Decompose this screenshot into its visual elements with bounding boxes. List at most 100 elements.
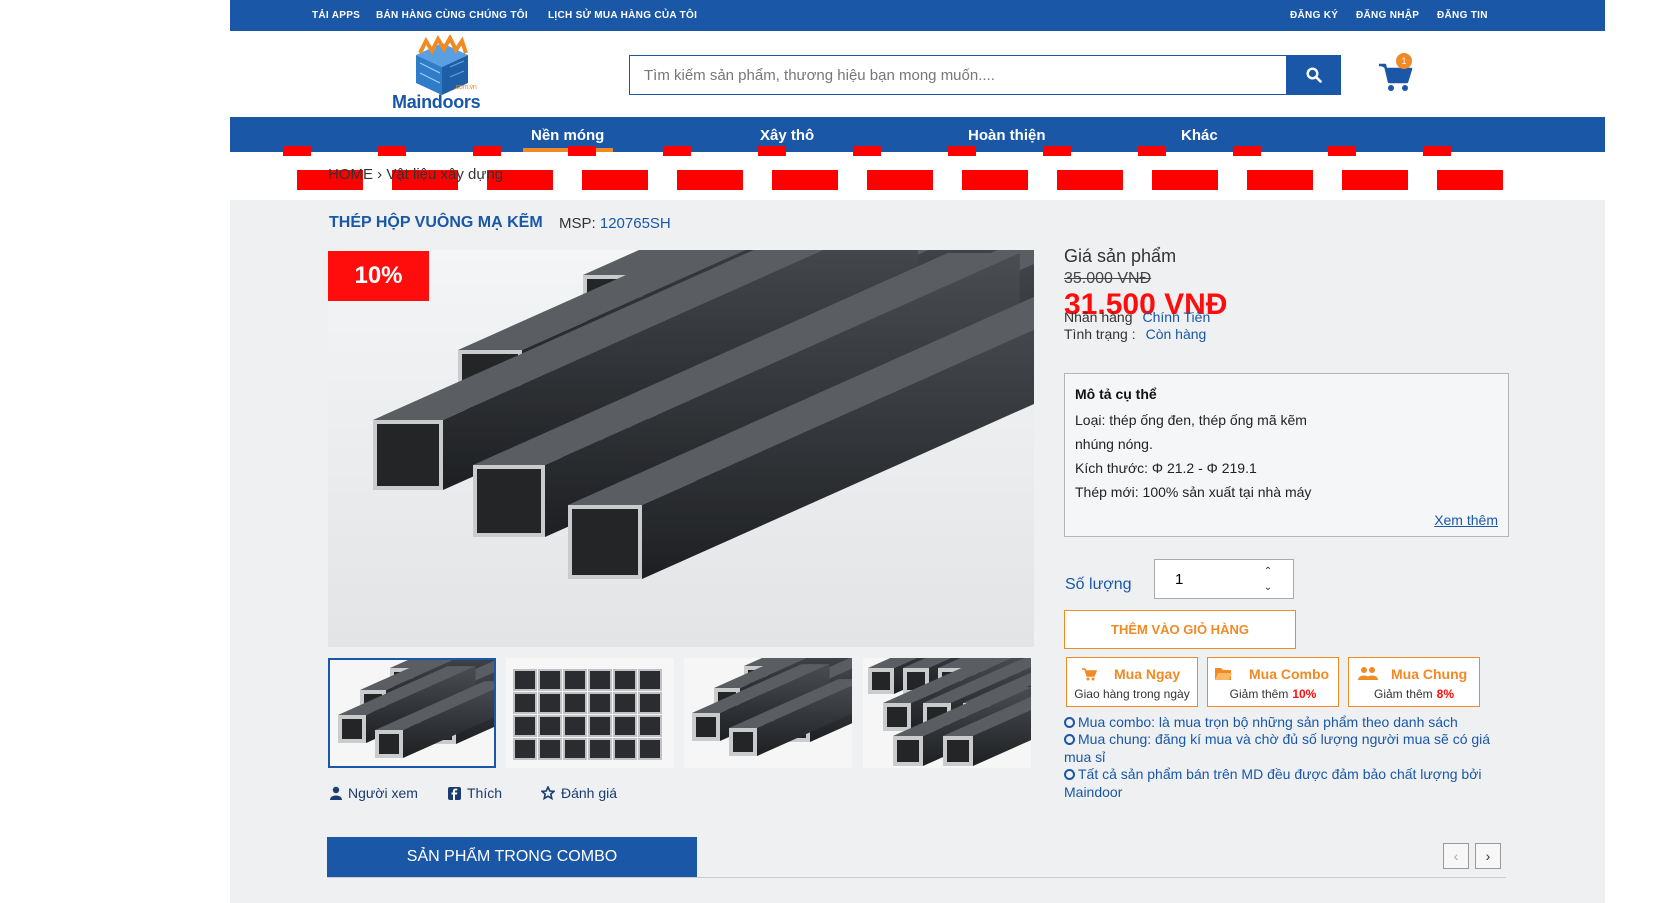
steel-tubes-image: [373, 250, 1034, 579]
note-group-buy: Mua chung: đăng kí mua và chờ đủ số lượn…: [1064, 731, 1491, 765]
red-dash: [853, 146, 881, 156]
viewers-action[interactable]: Người xem: [330, 785, 418, 801]
page-frame: TẢI APPS BÁN HÀNG CÙNG CHÚNG TÔI LỊCH SỬ…: [230, 0, 1605, 903]
cart-icon: [1082, 668, 1097, 681]
description-line: Thép mới: 100% sản xuất tại nhà máy: [1075, 484, 1312, 500]
search-box: [629, 55, 1287, 95]
red-dash: [948, 146, 976, 156]
red-dash: [283, 146, 311, 156]
combo-section-tab[interactable]: SẢN PHẨM TRONG COMBO: [327, 837, 697, 877]
thumbnail-image: [513, 669, 662, 760]
red-dash: [1247, 170, 1313, 190]
red-dash: [568, 146, 596, 156]
description-heading: Mô tả cụ thể: [1075, 386, 1157, 402]
sell-with-us-link[interactable]: BÁN HÀNG CÙNG CHÚNG TÔI: [376, 10, 528, 21]
buy-now-subtitle: Giao hàng trong ngày: [1074, 687, 1190, 701]
facebook-icon: [448, 786, 461, 800]
add-to-cart-button[interactable]: THÊM VÀO GIỎ HÀNG: [1064, 610, 1296, 649]
red-dash: [1342, 170, 1408, 190]
nav-item-foundation[interactable]: Nền móng: [531, 127, 604, 144]
thumbnail-4[interactable]: [863, 658, 1031, 768]
breadcrumb[interactable]: HOME › Vật liệu xây dựng: [328, 166, 503, 183]
cart-count-badge: 1: [1396, 53, 1412, 69]
thumbnail-1[interactable]: [328, 658, 496, 768]
chevron-down-icon[interactable]: ⌄: [1261, 580, 1275, 594]
description-line: nhúng nóng.: [1075, 436, 1153, 452]
login-link[interactable]: ĐĂNG NHẬP: [1356, 10, 1419, 21]
brand-link[interactable]: Chính Tiến: [1143, 309, 1211, 325]
post-listing-link[interactable]: ĐĂNG TIN: [1437, 10, 1488, 21]
register-link[interactable]: ĐĂNG KÝ: [1290, 10, 1338, 21]
group-buy-button[interactable]: Mua Chung Giảm thêm 8%: [1348, 657, 1480, 707]
search-button[interactable]: [1286, 55, 1341, 95]
description-line: Kích thước: Φ 21.2 - Φ 219.1: [1075, 460, 1257, 476]
red-dash: [1328, 146, 1356, 156]
product-main-image[interactable]: [328, 250, 1034, 647]
users-icon: [1358, 667, 1378, 680]
red-dash: [867, 170, 933, 190]
red-dash: [378, 146, 406, 156]
like-action[interactable]: Thích: [448, 785, 502, 801]
combo-prev-button[interactable]: ‹: [1443, 843, 1469, 869]
red-dash: [1437, 170, 1503, 190]
search-input[interactable]: [630, 56, 1286, 94]
like-label: Thích: [467, 785, 503, 801]
red-dash: [1138, 146, 1166, 156]
red-dash: [1233, 146, 1261, 156]
circle-bullet-icon: [1064, 717, 1075, 728]
top-bar: TẢI APPS BÁN HÀNG CÙNG CHÚNG TÔI LỊCH SỬ…: [230, 0, 1605, 31]
thumbnail-image: [692, 658, 852, 756]
combo-next-button[interactable]: ›: [1475, 843, 1501, 869]
user-icon: [330, 786, 342, 800]
viewers-label: Người xem: [348, 785, 418, 801]
order-history-link[interactable]: LỊCH SỬ MUA HÀNG CỦA TÔI: [548, 10, 697, 21]
chevron-up-icon[interactable]: ⌃: [1261, 564, 1275, 578]
red-dash: [1057, 170, 1123, 190]
download-apps-link[interactable]: TẢI APPS: [312, 10, 360, 21]
description-line: Loại: thép ống đen, thép ống mã kẽm: [1075, 412, 1307, 428]
quantity-input[interactable]: [1155, 560, 1255, 598]
red-dash: [962, 170, 1028, 190]
red-dash: [1043, 146, 1071, 156]
red-dash: [758, 146, 786, 156]
combo-divider: [327, 877, 1506, 878]
group-buy-title: Mua Chung: [1391, 666, 1468, 682]
thumbnail-3[interactable]: [684, 658, 852, 768]
red-dash: [772, 170, 838, 190]
buy-now-title: Mua Ngay: [1114, 666, 1181, 682]
stock-status: Còn hàng: [1145, 326, 1207, 342]
logo-wordmark: Maindoors .com.vn: [392, 84, 481, 112]
circle-bullet-icon: [1064, 734, 1075, 745]
red-dash: [1152, 170, 1218, 190]
nav-item-other[interactable]: Khác: [1181, 127, 1218, 144]
buy-now-button[interactable]: Mua Ngay Giao hàng trong ngày: [1066, 657, 1198, 707]
see-more-link[interactable]: Xem thêm: [1434, 512, 1498, 528]
folder-icon: [1215, 668, 1232, 680]
description-box: Mô tả cụ thể Loại: thép ống đen, thép ốn…: [1064, 373, 1509, 537]
product-section: THÉP HỘP VUÔNG MẠ KẼM MSP: 120765SH 10% …: [230, 200, 1605, 903]
red-dash: [1423, 146, 1451, 156]
thumbnail-image: [338, 660, 494, 758]
product-title: THÉP HỘP VUÔNG MẠ KẼM: [329, 214, 543, 231]
red-dash: [582, 170, 648, 190]
rate-label: Đánh giá: [561, 785, 618, 801]
brand-row: Nhãn hàng Chính Tiến: [1064, 309, 1211, 325]
note-quality: Tất cả sản phẩm bán trên MD đều được đảm…: [1064, 766, 1482, 800]
search-icon: [1305, 67, 1322, 83]
quantity-label: Số lượng: [1065, 576, 1132, 593]
status-row: Tình trạng : Còn hàng: [1064, 326, 1207, 342]
rate-action[interactable]: Đánh giá: [541, 785, 617, 801]
category-nav: Nền móng Xây thô Hoàn thiện Khác: [230, 117, 1605, 152]
red-dash: [473, 146, 501, 156]
thumbnail-image: [868, 658, 1031, 766]
buy-combo-subtitle: Giảm thêm 10%: [1229, 687, 1317, 701]
nav-item-finishing[interactable]: Hoàn thiện: [968, 127, 1046, 144]
price-label: Giá sản phẩm: [1064, 246, 1177, 266]
circle-bullet-icon: [1064, 769, 1075, 780]
thumbnail-2[interactable]: [506, 658, 674, 768]
group-buy-subtitle: Giảm thêm 8%: [1373, 687, 1455, 701]
discount-badge: 10%: [328, 251, 429, 301]
red-dash: [677, 170, 743, 190]
nav-item-rough-build[interactable]: Xây thô: [760, 127, 814, 144]
buy-combo-button[interactable]: Mua Combo Giảm thêm 10%: [1207, 657, 1339, 707]
